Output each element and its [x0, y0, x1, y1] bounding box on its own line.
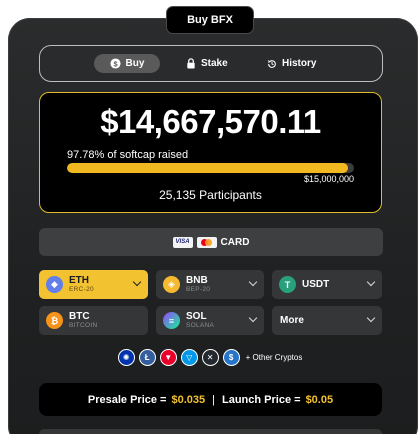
coin-btc[interactable]: ₿ BTC BITCOIN: [39, 306, 148, 335]
ethereum-icon: ◆: [46, 276, 63, 293]
coin-more-dropdown[interactable]: More: [272, 306, 382, 335]
coin-usdt[interactable]: T USDT: [272, 270, 382, 299]
tether-icon: T: [279, 276, 296, 293]
bnb-icon: ◈: [163, 276, 180, 293]
solana-icon: ≡: [163, 312, 180, 329]
svg-text:$: $: [113, 59, 117, 68]
coin-bnb-symbol: BNB: [186, 274, 208, 286]
dollar-circle-icon: $: [110, 58, 121, 69]
chevron-down-icon: [248, 313, 258, 323]
price-separator: |: [212, 393, 215, 406]
launch-price-label: Launch Price =: [222, 393, 301, 406]
coin-sol-network: SOLANA: [186, 321, 215, 329]
other-cryptos-link[interactable]: + Other Cryptos: [246, 353, 303, 362]
coin-btc-network: BITCOIN: [69, 321, 98, 329]
presale-price-label: Presale Price =: [87, 393, 167, 406]
tab-stake-label: Stake: [201, 58, 228, 69]
mode-tabs: $ Buy Stake History: [39, 45, 383, 82]
chevron-down-icon: [366, 313, 376, 323]
amount-input-area[interactable]: [39, 429, 382, 434]
bitcoin-icon: ₿: [46, 312, 63, 329]
price-banner: Presale Price = $0.035 | Launch Price = …: [39, 383, 382, 416]
coin-sol-symbol: SOL: [186, 310, 207, 322]
presale-progress-panel: $14,667,570.11 97.78% of softcap raised …: [39, 92, 382, 213]
lock-icon: [187, 58, 195, 69]
coin-eth[interactable]: ◆ ETH ERC-20: [39, 270, 148, 299]
toncoin-icon[interactable]: ▽: [180, 349, 198, 366]
visa-icon: VISA: [172, 236, 193, 248]
buy-bfx-tab: Buy BFX: [166, 6, 254, 34]
chevron-down-icon: [132, 277, 142, 287]
coin-sol[interactable]: ≡ SOL SOLANA: [156, 306, 264, 335]
hard-cap: $15,000,000: [303, 174, 354, 184]
participants-count: 25,135 Participants: [159, 188, 262, 202]
coin-bnb-network: BEP-20: [186, 285, 211, 293]
xrp-icon[interactable]: ✕: [201, 349, 219, 366]
litecoin-icon[interactable]: Ł: [138, 349, 156, 366]
tab-history[interactable]: History: [267, 54, 316, 73]
tron-icon[interactable]: ▼: [159, 349, 177, 366]
presale-price-value: $0.035: [171, 393, 206, 406]
coin-usdt-symbol: USDT: [302, 278, 330, 290]
history-clock-icon: [267, 59, 276, 68]
pay-with-card-button[interactable]: VISA CARD: [39, 228, 383, 256]
usdc-icon[interactable]: $: [222, 349, 240, 366]
card-label: CARD: [220, 236, 250, 248]
coin-btc-symbol: BTC: [69, 310, 90, 322]
mastercard-icon: [196, 236, 217, 248]
coin-more-label: More: [280, 314, 304, 326]
tab-buy[interactable]: $ Buy: [94, 54, 160, 73]
other-cryptos-row: ✺ Ł ▼ ▽ ✕ $ + Other Cryptos: [0, 349, 420, 366]
coin-eth-network: ERC-20: [69, 285, 94, 293]
amount-raised: $14,667,570.11: [100, 103, 321, 140]
progress-bar-fill: [67, 163, 348, 173]
chevron-down-icon: [366, 277, 376, 287]
chevron-down-icon: [248, 277, 258, 287]
coin-bnb[interactable]: ◈ BNB BEP-20: [156, 270, 264, 299]
tab-history-label: History: [282, 58, 317, 69]
tab-stake[interactable]: Stake: [186, 54, 228, 73]
progress-bar: [67, 163, 354, 173]
tab-buy-label: Buy: [125, 58, 145, 69]
softcap-text: 97.78% of softcap raised: [67, 149, 189, 161]
coin-eth-symbol: ETH: [69, 274, 89, 286]
cardano-icon[interactable]: ✺: [117, 349, 135, 366]
launch-price-value: $0.05: [305, 393, 334, 406]
